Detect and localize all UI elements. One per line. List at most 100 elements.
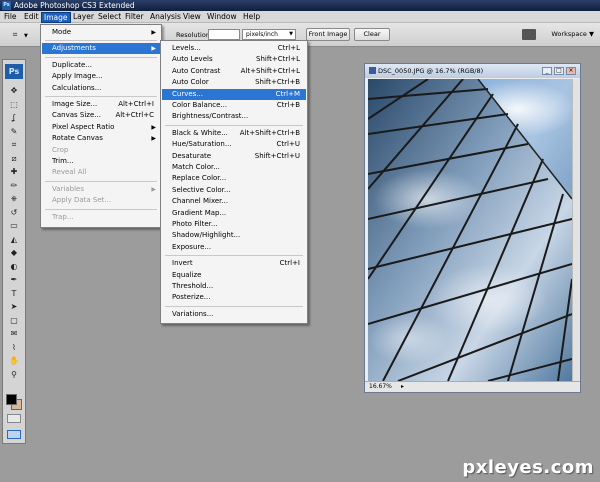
paint-bucket-tool-icon[interactable]: ◭ — [7, 235, 21, 245]
menu-item-label: Auto Levels — [172, 55, 213, 64]
move-tool-icon[interactable]: ✥ — [7, 86, 21, 96]
menu-view[interactable]: View — [181, 12, 203, 23]
menu-layer[interactable]: Layer — [71, 12, 96, 23]
crop-tool-icon[interactable]: ⌗ — [7, 140, 21, 150]
menu-item-pixel-aspect-ratio[interactable]: Pixel Aspect Ratio ▶ — [42, 122, 160, 133]
pxleyes-watermark: pxleyes.com — [462, 457, 594, 478]
dodge-tool-icon[interactable]: ◐ — [7, 262, 21, 272]
marquee-tool-icon[interactable]: ⬚ — [7, 100, 21, 110]
menu-item-calculations[interactable]: Calculations... — [42, 83, 160, 94]
quick-mask-icon[interactable] — [7, 414, 21, 423]
menu-item-posterize[interactable]: Posterize... — [162, 292, 306, 303]
notes-tool-icon[interactable]: ✉ — [7, 329, 21, 339]
menu-analysis[interactable]: Analysis — [148, 12, 183, 23]
document-window[interactable]: DSC_0050.JPG @ 16.7% (RGB/8) _ □ × 16.67… — [364, 63, 581, 393]
shape-tool-icon[interactable]: ▢ — [7, 316, 21, 326]
foreground-color-swatch[interactable] — [6, 394, 17, 405]
front-image-button[interactable]: Front Image — [306, 28, 350, 41]
menu-item-variables[interactable]: Variables ▶ — [42, 184, 160, 195]
screen-mode-icon[interactable] — [7, 430, 21, 439]
menu-item-reveal-all[interactable]: Reveal All — [42, 167, 160, 178]
menu-item-selective-color[interactable]: Selective Color... — [162, 185, 306, 196]
zoom-tool-icon[interactable]: ⚲ — [7, 370, 21, 380]
clone-stamp-tool-icon[interactable]: ⎈ — [7, 194, 21, 204]
menu-item-label: Duplicate... — [52, 60, 93, 69]
menu-item-black-white[interactable]: Black & White... Alt+Shift+Ctrl+B — [162, 128, 306, 139]
menu-separator — [165, 124, 303, 126]
pen-tool-icon[interactable]: ✒ — [7, 275, 21, 285]
vertical-scrollbar[interactable] — [572, 79, 580, 381]
menu-item-apply-image[interactable]: Apply Image... — [42, 71, 160, 82]
menu-item-auto-color[interactable]: Auto Color Shift+Ctrl+B — [162, 77, 306, 88]
menu-item-rotate-canvas[interactable]: Rotate Canvas ▶ — [42, 133, 160, 144]
resolution-input[interactable] — [208, 29, 240, 40]
menu-image[interactable]: Image — [41, 12, 71, 23]
brush-tool-icon[interactable]: ✏ — [7, 181, 21, 191]
menu-item-label: Desaturate — [172, 151, 212, 160]
menu-window[interactable]: Window — [205, 12, 239, 23]
menu-item-image-size[interactable]: Image Size... Alt+Ctrl+I — [42, 99, 160, 110]
slice-tool-icon[interactable]: ⧄ — [7, 154, 21, 164]
status-arrow-icon[interactable]: ▸ — [401, 382, 404, 392]
resolution-units-select[interactable]: pixels/inch ▼ — [242, 29, 296, 40]
type-tool-icon[interactable]: T — [7, 289, 21, 299]
eraser-tool-icon[interactable]: ▭ — [7, 221, 21, 231]
menu-item-desaturate[interactable]: Desaturate Shift+Ctrl+U — [162, 151, 306, 162]
menu-item-photo-filter[interactable]: Photo Filter... — [162, 219, 306, 230]
menu-item-equalize[interactable]: Equalize — [162, 270, 306, 281]
shortcut-label: Alt+Ctrl+C — [115, 111, 154, 120]
menu-item-invert[interactable]: Invert Ctrl+I — [162, 258, 306, 269]
clear-button[interactable]: Clear — [354, 28, 390, 41]
chevron-down-icon[interactable]: ▼ — [24, 33, 28, 39]
zoom-level[interactable]: 16.67% — [369, 383, 392, 390]
menu-item-threshold[interactable]: Threshold... — [162, 281, 306, 292]
minimize-icon[interactable]: _ — [542, 67, 552, 75]
menu-filter[interactable]: Filter — [123, 12, 146, 23]
photoshop-logo: Ps — [5, 64, 23, 79]
lasso-tool-icon[interactable]: ʆ — [7, 113, 21, 123]
menu-item-brightness-contrast[interactable]: Brightness/Contrast... — [162, 111, 306, 122]
menu-item-trap[interactable]: Trap... — [42, 212, 160, 223]
menu-item-match-color[interactable]: Match Color... — [162, 162, 306, 173]
menu-item-curves[interactable]: Curves... Ctrl+M — [162, 88, 306, 100]
eyedropper-tool-icon[interactable]: ⌇ — [7, 343, 21, 353]
menu-item-channel-mixer[interactable]: Channel Mixer... — [162, 196, 306, 207]
menu-item-levels[interactable]: Levels... Ctrl+L — [162, 43, 306, 54]
crop-tool-preset-icon[interactable]: ⌗ — [8, 30, 22, 40]
menu-item-mode[interactable]: Mode ▶ — [42, 27, 160, 38]
menu-item-label: Mode — [52, 28, 72, 36]
menu-item-replace-color[interactable]: Replace Color... — [162, 173, 306, 184]
menu-item-color-balance[interactable]: Color Balance... Ctrl+B — [162, 100, 306, 111]
menu-item-label: Curves... — [172, 89, 203, 98]
menu-edit[interactable]: Edit — [22, 12, 41, 23]
history-brush-tool-icon[interactable]: ↺ — [7, 208, 21, 218]
menu-item-canvas-size[interactable]: Canvas Size... Alt+Ctrl+C — [42, 110, 160, 121]
maximize-icon[interactable]: □ — [554, 67, 564, 75]
menu-item-auto-levels[interactable]: Auto Levels Shift+Ctrl+L — [162, 54, 306, 65]
menu-select[interactable]: Select — [96, 12, 123, 23]
quick-select-tool-icon[interactable]: ✎ — [7, 127, 21, 137]
menu-item-apply-data-set[interactable]: Apply Data Set... — [42, 195, 160, 206]
menu-file[interactable]: File — [2, 12, 19, 23]
menu-item-adjustments[interactable]: Adjustments ▶ — [42, 43, 160, 55]
menu-item-duplicate[interactable]: Duplicate... — [42, 60, 160, 71]
shortcut-label: Ctrl+I — [279, 259, 300, 268]
path-select-tool-icon[interactable]: ➤ — [7, 302, 21, 312]
palette-well-icon[interactable] — [522, 29, 536, 40]
menu-item-exposure[interactable]: Exposure... — [162, 242, 306, 253]
menu-item-label: Trap... — [52, 212, 74, 221]
menu-help[interactable]: Help — [241, 12, 262, 23]
menu-item-crop[interactable]: Crop — [42, 145, 160, 156]
menu-item-gradient-map[interactable]: Gradient Map... — [162, 208, 306, 219]
blur-tool-icon[interactable]: ◆ — [7, 248, 21, 258]
close-icon[interactable]: × — [566, 67, 576, 75]
menu-item-auto-contrast[interactable]: Auto Contrast Alt+Shift+Ctrl+L — [162, 66, 306, 77]
menu-item-shadow-highlight[interactable]: Shadow/Highlight... — [162, 230, 306, 241]
menu-item-variations[interactable]: Variations... — [162, 309, 306, 320]
workspace-menu[interactable]: Workspace ▼ — [551, 30, 594, 38]
hand-tool-icon[interactable]: ✋ — [7, 356, 21, 366]
document-canvas[interactable] — [368, 79, 572, 381]
menu-item-trim[interactable]: Trim... — [42, 156, 160, 167]
menu-item-hue-saturation[interactable]: Hue/Saturation... Ctrl+U — [162, 139, 306, 150]
healing-brush-tool-icon[interactable]: ✚ — [7, 167, 21, 177]
